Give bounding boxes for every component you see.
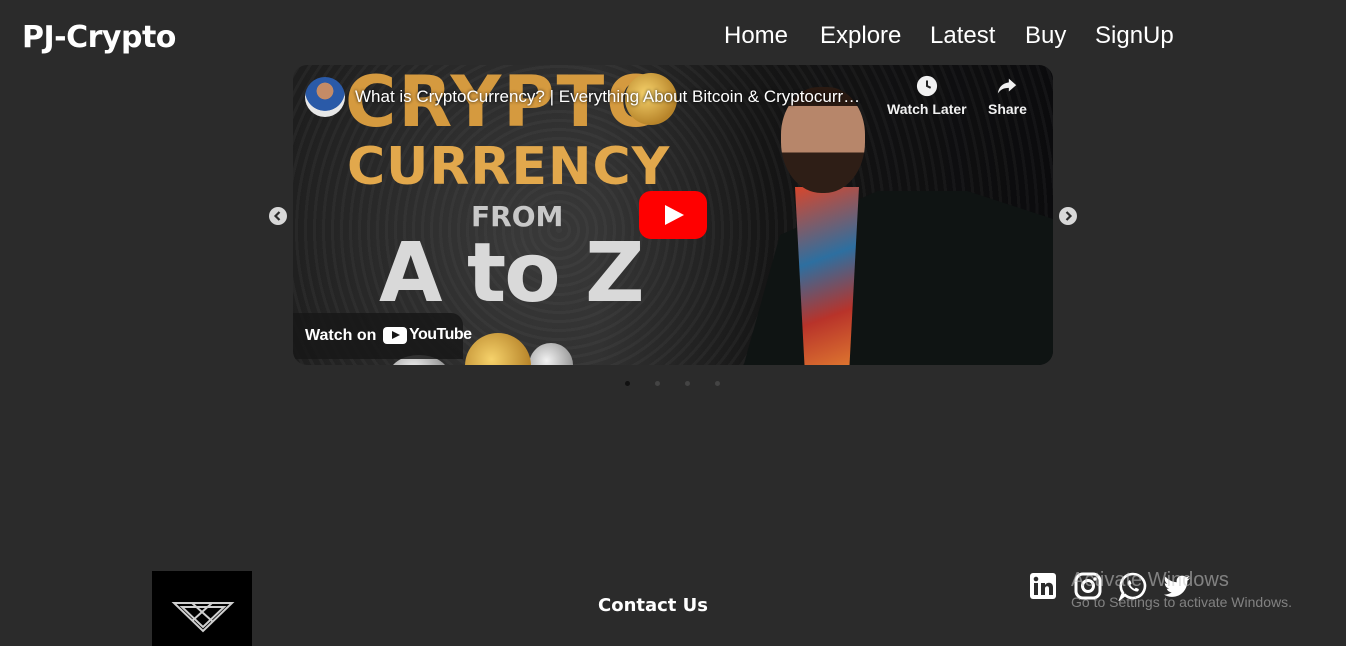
footer-logo[interactable] <box>152 571 252 646</box>
carousel-prev-button[interactable] <box>269 207 287 225</box>
youtube-logo-icon <box>383 327 407 344</box>
linkedin-icon <box>1030 573 1056 599</box>
nav-signup[interactable]: SignUp <box>1095 22 1174 50</box>
carousel-indicator[interactable] <box>685 381 690 386</box>
carousel-next-button[interactable] <box>1059 207 1077 225</box>
clock-icon <box>916 75 937 97</box>
nav-latest[interactable]: Latest <box>930 22 995 50</box>
linkedin-link[interactable] <box>1028 571 1058 601</box>
thumbnail-text-currency: CURRENCY <box>347 137 671 197</box>
main-nav: Home Explore Latest Buy SignUp <box>0 22 1346 54</box>
channel-avatar[interactable] <box>305 77 345 117</box>
carousel-indicator[interactable] <box>655 381 660 386</box>
nav-home[interactable]: Home <box>724 22 788 50</box>
nav-explore[interactable]: Explore <box>820 22 901 50</box>
youtube-video-embed[interactable]: CRYPTO CURRENCY FROM A to Z What is Cryp… <box>293 65 1053 365</box>
carousel-indicator[interactable] <box>625 381 630 386</box>
carousel-indicator[interactable] <box>715 381 720 386</box>
share-arrow-icon <box>998 78 1017 94</box>
contact-us-heading: Contact Us <box>598 595 709 616</box>
watch-on-label: Watch on <box>305 327 377 344</box>
activate-windows-subtitle: Go to Settings to activate Windows. <box>1071 594 1292 610</box>
carousel-indicators <box>0 381 1346 387</box>
video-title[interactable]: What is CryptoCurrency? | Everything Abo… <box>355 87 860 107</box>
thumbnail-text-atoz: A to Z <box>379 226 645 321</box>
watch-later-button[interactable]: Watch Later <box>887 75 967 117</box>
youtube-wordmark: YouTube <box>409 326 472 343</box>
youtube-play-icon[interactable] <box>639 191 707 239</box>
share-button[interactable]: Share <box>988 75 1027 117</box>
share-label: Share <box>988 101 1027 117</box>
watch-later-label: Watch Later <box>887 101 967 117</box>
nav-buy[interactable]: Buy <box>1025 22 1066 50</box>
chevron-left-icon <box>273 211 281 221</box>
brand-emblem-icon <box>171 602 235 633</box>
watch-on-youtube-link[interactable]: Watch on YouTube <box>293 313 472 359</box>
thumbnail-person-shirt <box>795 187 859 365</box>
activate-windows-title: Activate Windows <box>1071 569 1229 591</box>
chevron-right-icon <box>1065 211 1073 221</box>
